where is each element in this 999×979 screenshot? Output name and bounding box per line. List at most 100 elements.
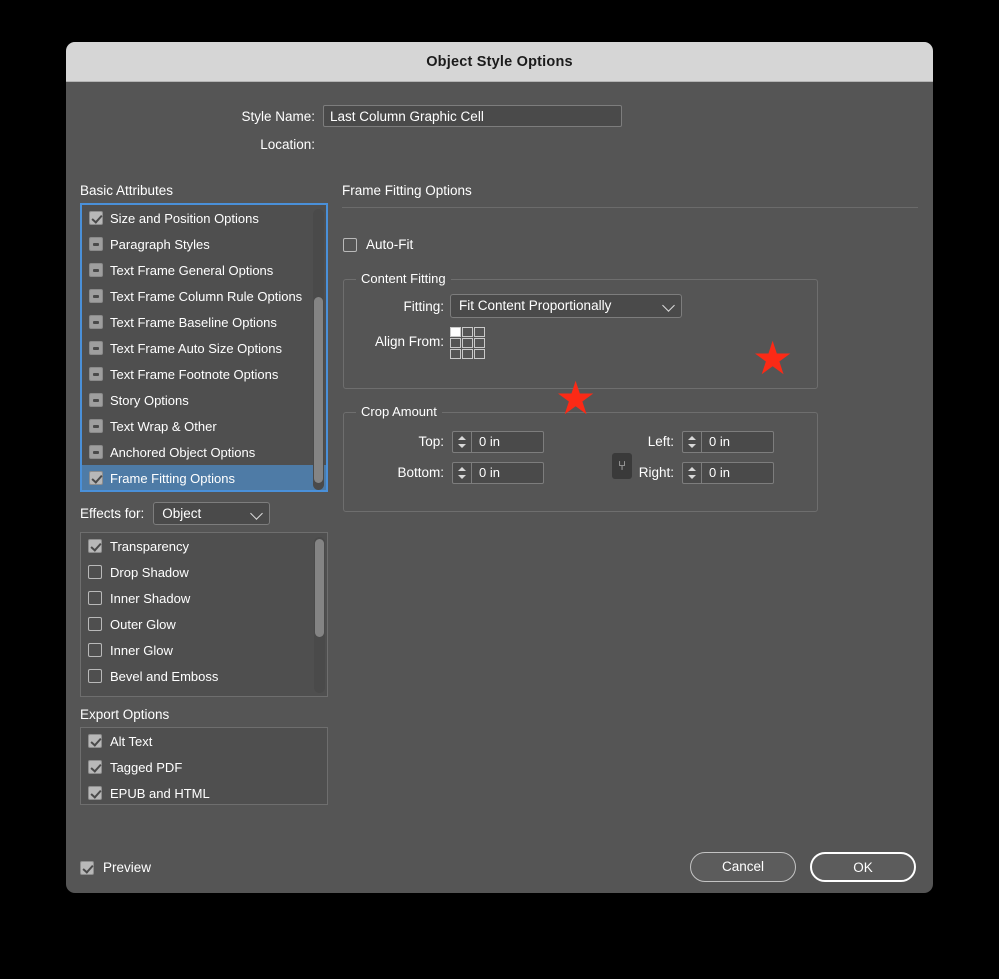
crop-right-stepper[interactable]: 0 in [682,462,774,484]
align-from-proxy[interactable] [450,327,488,361]
ok-button[interactable]: OK [810,852,916,882]
export-option-row[interactable]: Tagged PDF [81,754,327,780]
effect-checkbox[interactable] [88,539,102,553]
effects-target-select[interactable]: Object [153,502,271,525]
align-from-label: Align From: [374,334,444,349]
effects-for-label: Effects for: [80,506,145,521]
basic-attribute-checkbox[interactable] [89,445,103,459]
effect-row[interactable]: Transparency [81,533,327,559]
export-option-row[interactable]: EPUB and HTML [81,780,327,804]
basic-attribute-row[interactable]: Text Frame Footnote Options [82,361,326,387]
effect-row[interactable]: Inner Shadow [81,585,327,611]
dialog-body: Style Name: Location: Basic Attributes S… [66,82,933,893]
basic-attribute-checkbox[interactable] [89,315,103,329]
crop-left-stepper[interactable]: 0 in [682,431,774,453]
crop-bottom-value: 0 in [479,465,500,480]
crop-bottom-label: Bottom: [397,465,444,480]
basic-attribute-row[interactable]: Size and Position Options [82,205,326,231]
proxy-cell-middle-left[interactable] [450,338,461,348]
effect-row[interactable]: Bevel and Emboss [81,663,327,689]
basic-attribute-row[interactable]: Text Frame Auto Size Options [82,335,326,361]
style-name-input[interactable] [323,105,622,127]
basic-attribute-row[interactable]: Text Wrap & Other [82,413,326,439]
cancel-button[interactable]: Cancel [690,852,796,882]
basic-attribute-row[interactable]: Text Frame Baseline Options [82,309,326,335]
preview-checkbox[interactable] [80,860,94,875]
effect-checkbox[interactable] [88,643,102,657]
effects-scrollbar-thumb[interactable] [315,539,324,637]
proxy-cell-top-left[interactable] [450,327,461,337]
crop-top-value: 0 in [479,434,500,449]
style-name-label: Style Name: [241,108,315,124]
basic-attribute-row[interactable]: Anchored Object Options [82,439,326,465]
proxy-cell-center[interactable] [462,338,473,348]
preview-row[interactable]: Preview [80,860,151,875]
effects-target-value: Object [162,506,202,521]
proxy-cell-top-center[interactable] [462,327,473,337]
effects-for-row: Effects for: Object [80,502,271,525]
object-style-options-dialog: Object Style Options Style Name: Locatio… [66,42,933,893]
effect-label: Bevel and Emboss [110,668,219,684]
crop-top-stepper[interactable]: 0 in [452,431,544,453]
basic-attribute-row[interactable]: Text Frame Column Rule Options [82,283,326,309]
basic-attribute-label: Size and Position Options [110,210,259,226]
fitting-select[interactable]: Fit Content Proportionally [450,294,682,318]
export-option-row[interactable]: Alt Text [81,728,327,754]
effect-row[interactable]: Outer Glow [81,611,327,637]
basic-attribute-row[interactable]: Text Frame General Options [82,257,326,283]
auto-fit-label: Auto-Fit [366,237,414,252]
export-option-checkbox[interactable] [88,734,102,748]
basic-attribute-row[interactable]: Paragraph Styles [82,231,326,257]
basic-attribute-checkbox[interactable] [89,263,103,277]
effect-label: Inner Glow [110,642,173,658]
auto-fit-checkbox[interactable] [343,237,357,252]
basic-attribute-row[interactable]: Frame Fitting Options [82,465,326,490]
basic-attribute-row[interactable]: Story Options [82,387,326,413]
stepper-arrows-icon[interactable] [453,432,472,452]
basic-attribute-checkbox[interactable] [89,367,103,381]
export-option-checkbox[interactable] [88,760,102,774]
proxy-cell-bottom-center[interactable] [462,349,473,359]
basic-attribute-label: Text Frame Column Rule Options [110,288,303,304]
basic-attribute-checkbox[interactable] [89,471,103,485]
basic-attribute-checkbox[interactable] [89,393,103,407]
chevron-down-icon [250,506,264,520]
effect-checkbox[interactable] [88,591,102,605]
effect-checkbox[interactable] [88,565,102,579]
basic-attribute-label: Text Frame Baseline Options [110,314,277,330]
panel-title: Frame Fitting Options [342,183,472,198]
effect-checkbox[interactable] [88,669,102,683]
basic-attribute-checkbox[interactable] [89,341,103,355]
effect-row[interactable]: Drop Shadow [81,559,327,585]
stepper-arrows-icon[interactable] [683,463,702,483]
export-options-list[interactable]: Alt Text Tagged PDF EPUB and HTML [80,727,328,805]
basic-attribute-checkbox[interactable] [89,237,103,251]
effect-checkbox[interactable] [88,617,102,631]
proxy-cell-middle-right[interactable] [474,338,485,348]
stepper-arrows-icon[interactable] [683,432,702,452]
auto-fit-row[interactable]: Auto-Fit [343,237,413,252]
location-row: Location: [66,137,933,152]
basic-attribute-checkbox[interactable] [89,211,103,225]
basic-attribute-checkbox[interactable] [89,289,103,303]
crop-bottom-stepper[interactable]: 0 in [452,462,544,484]
proxy-cell-bottom-left[interactable] [450,349,461,359]
fitting-value: Fit Content Proportionally [459,298,612,313]
proxy-cell-bottom-right[interactable] [474,349,485,359]
attributes-scrollbar-thumb[interactable] [314,297,323,483]
annotation-star-align-from: ★ [555,372,597,424]
stepper-arrows-icon[interactable] [453,463,472,483]
basic-attribute-label: Text Frame Auto Size Options [110,340,282,356]
basic-attribute-label: Text Wrap & Other [110,418,217,434]
effects-scrollbar-track[interactable] [314,537,325,693]
export-option-checkbox[interactable] [88,786,102,800]
attributes-scrollbar-track[interactable] [313,209,324,490]
location-label: Location: [260,137,315,152]
basic-attributes-list[interactable]: Size and Position Options Paragraph Style… [80,203,328,492]
basic-attribute-checkbox[interactable] [89,419,103,433]
effects-list[interactable]: Transparency Drop Shadow Inner Shadow Outer… [80,532,328,697]
export-option-label: Alt Text [110,733,153,749]
crop-right-value: 0 in [709,465,730,480]
effect-row[interactable]: Inner Glow [81,637,327,663]
proxy-cell-top-right[interactable] [474,327,485,337]
